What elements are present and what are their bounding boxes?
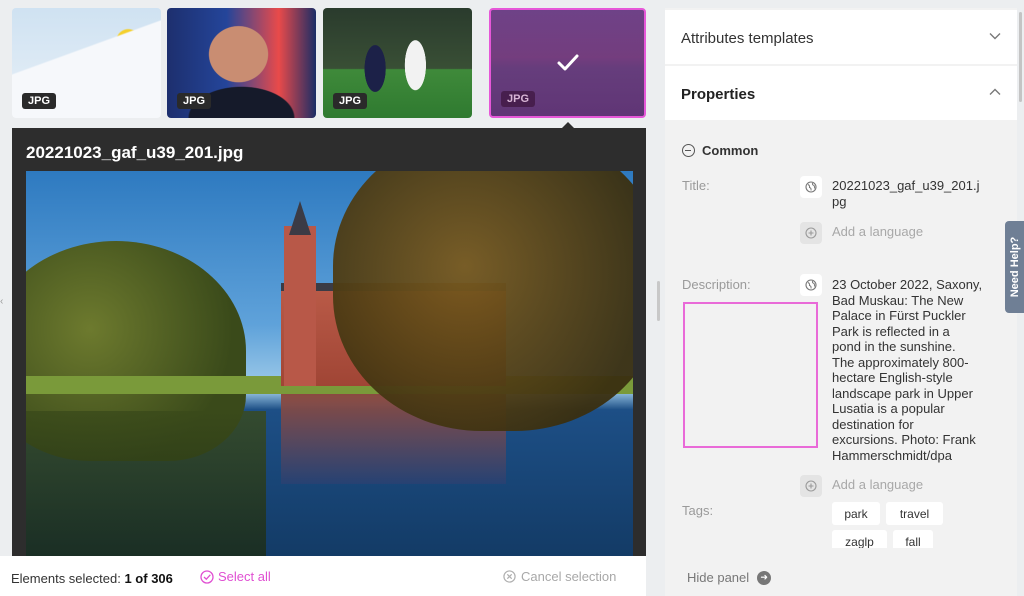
format-badge: JPG <box>177 93 212 109</box>
cancel-selection-label: Cancel selection <box>521 569 617 584</box>
highlight-box <box>683 302 818 448</box>
format-badge: JPG <box>22 93 57 109</box>
chevron-up-icon <box>989 88 1001 95</box>
title-label: Title: <box>682 178 710 193</box>
thumbnail-strip: JPG JPG JPG JPG <box>12 8 648 120</box>
select-all-button[interactable]: Select all <box>200 569 271 584</box>
description-line: pond in the sunshine. <box>832 339 956 354</box>
description-label: Description: <box>682 277 751 292</box>
need-help-tab[interactable]: Need Help? <box>1005 221 1024 313</box>
tag-chip[interactable]: travel <box>886 502 943 525</box>
description-line: landscape park in Upper <box>832 385 973 401</box>
description-line: Lusatia is a popular <box>832 401 945 416</box>
accordion-label: Attributes templates <box>681 30 814 47</box>
elements-selected: Elements selected: 1 of 306 <box>11 571 173 586</box>
selection-bar: Elements selected: 1 of 306 Select all C… <box>0 556 646 596</box>
need-help-label: Need Help? <box>1008 236 1021 298</box>
description-line: 23 October 2022, Saxony, <box>832 277 983 292</box>
globe-icon[interactable] <box>800 176 822 198</box>
collapse-icon <box>682 144 695 157</box>
elements-selected-count: 1 of 306 <box>124 571 173 586</box>
add-language-button[interactable] <box>800 222 822 244</box>
globe-icon[interactable] <box>800 274 822 296</box>
photo-water <box>26 411 266 556</box>
checkmark-icon <box>557 54 578 71</box>
description-line: hectare English-style <box>832 370 953 385</box>
image-preview: 20221023_gaf_u39_201.jpg <box>12 128 646 556</box>
photo-spire <box>289 201 311 235</box>
description-value[interactable]: 23 October 2022, Saxony, Bad Muskau: The… <box>832 277 982 463</box>
thumbnail-palace-selected[interactable]: JPG <box>489 8 646 118</box>
thumbnail-press-conference[interactable]: JPG <box>167 8 316 118</box>
description-line: destination for <box>832 416 914 432</box>
accordion-properties[interactable]: Properties <box>665 66 1017 120</box>
add-language-link[interactable]: Add a language <box>832 224 923 239</box>
chevron-down-icon <box>989 33 1001 40</box>
thumbnail-football[interactable]: JPG <box>323 8 472 118</box>
accordion-attributes-templates[interactable]: Attributes templates <box>665 10 1017 64</box>
preview-filename: 20221023_gaf_u39_201.jpg <box>26 143 244 162</box>
description-line: Hammerschmidt/dpa <box>832 447 952 463</box>
plus-circle-icon <box>805 480 817 492</box>
hide-panel-button[interactable]: Hide panel ➜ <box>687 570 772 585</box>
close-circle-icon <box>503 570 516 583</box>
photo-tree <box>333 171 633 431</box>
description-line: Bad Muskau: The New <box>832 292 964 308</box>
panel-resize-handle[interactable] <box>657 281 660 321</box>
title-value-line: pg <box>832 193 847 209</box>
cancel-selection-button[interactable]: Cancel selection <box>503 569 616 584</box>
tag-chip[interactable]: park <box>832 502 880 525</box>
check-circle-icon <box>200 569 214 584</box>
add-language-link[interactable]: Add a language <box>832 477 923 492</box>
elements-selected-label: Elements selected: <box>11 571 121 586</box>
common-section-toggle[interactable]: Common <box>682 143 758 158</box>
accordion-label: Properties <box>681 86 756 103</box>
chevron-left-icon[interactable]: ‹ <box>0 296 3 307</box>
description-line: The approximately 800- <box>832 354 969 370</box>
common-label: Common <box>702 143 759 158</box>
add-language-button[interactable] <box>800 475 822 497</box>
arrow-right-icon: ➜ <box>757 570 772 585</box>
panel-scrollbar[interactable] <box>1019 12 1022 102</box>
tag-chip[interactable]: zaglp <box>832 530 887 548</box>
title-value[interactable]: 20221023_gaf_u39_201.j pg <box>832 178 979 209</box>
plus-circle-icon <box>805 227 817 239</box>
tags-label: Tags: <box>682 503 714 518</box>
preview-photo[interactable] <box>26 171 633 556</box>
tag-chip[interactable]: fall <box>893 530 933 548</box>
format-badge: JPG <box>501 91 536 107</box>
photo-tower <box>284 226 316 386</box>
description-line: excursions. Photo: Frank <box>832 432 976 447</box>
format-badge: JPG <box>333 93 368 109</box>
title-value-line: 20221023_gaf_u39_201.j <box>832 178 980 193</box>
description-line: Park is reflected in a <box>832 323 950 339</box>
description-line: Palace in Fürst Puckler <box>832 308 966 323</box>
thumbnail-ski[interactable]: JPG <box>12 8 161 118</box>
select-all-label: Select all <box>218 569 271 584</box>
hide-panel-label: Hide panel <box>687 570 750 585</box>
